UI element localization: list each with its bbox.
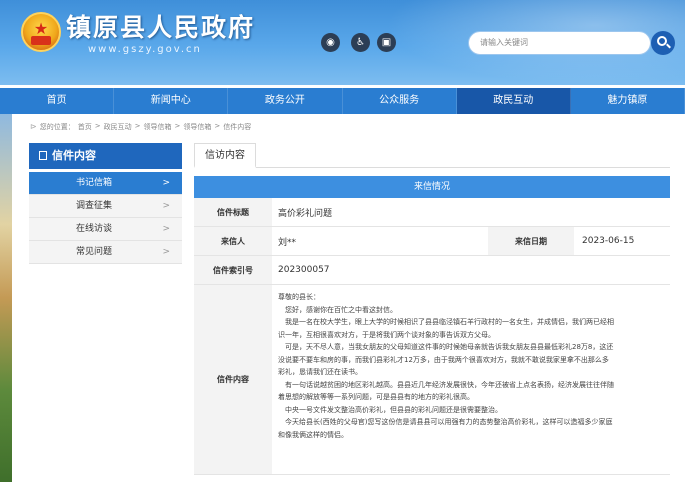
nav-interaction[interactable]: 政民互动 (456, 88, 571, 114)
index-row: 信件索引号 202300057 (194, 256, 670, 285)
breadcrumb-mailbox-2[interactable]: 领导信箱 (183, 122, 211, 132)
breadcrumb-current: 信件内容 (223, 123, 252, 131)
tab-bar: 信访内容 (194, 143, 670, 168)
chevron-right-icon: > (162, 247, 170, 257)
nav-public-service[interactable]: 公众服务 (343, 88, 457, 114)
nav-charm[interactable]: 魅力镇原 (571, 88, 685, 114)
chevron-right-icon: > (162, 224, 170, 234)
sender-row: 来信人 刘** 来信日期 2023-06-15 (194, 227, 670, 256)
breadcrumb-home[interactable]: 首页 (78, 122, 92, 132)
sidebar-menu: 书记信箱 > 调查征集 > 在线访谈 > 常见问题 > (29, 172, 182, 264)
nav-home[interactable]: 首页 (0, 88, 115, 114)
sidebar-item-interview[interactable]: 在线访谈 > (29, 218, 182, 241)
national-emblem-icon: ★ (21, 12, 61, 52)
site-url: www.gszy.gov.cn (88, 44, 202, 55)
chevron-right-icon: > (162, 201, 170, 211)
nav-gov-affairs[interactable]: 政务公开 (228, 88, 343, 114)
tab-letter-content[interactable]: 信访内容 (194, 143, 256, 168)
date-label: 来信日期 (488, 227, 574, 255)
background-scenery (0, 114, 12, 482)
nav-news[interactable]: 新闻中心 (114, 88, 229, 114)
site-header: ★ 镇原县人民政府 www.gszy.gov.cn ◉ ♿ ▣ 请输入关键词 (0, 0, 685, 85)
index-label: 信件索引号 (194, 256, 272, 284)
subject-label: 信件标题 (194, 198, 272, 226)
sidebar-item-faq[interactable]: 常见问题 > (29, 241, 182, 264)
date-value: 2023-06-15 (582, 236, 635, 246)
index-value: 202300057 (278, 265, 330, 275)
subject-value: 高价彩礼问题 (278, 208, 333, 219)
subject-row: 信件标题 高价彩礼问题 (194, 198, 670, 227)
chevron-right-icon: > (162, 178, 170, 188)
letter-content: 尊敬的县长： 您好，感谢你在百忙之中看这封信。 我是一名在校大学生，眼上大学的时… (278, 293, 614, 439)
mobile-icon[interactable]: ▣ (377, 33, 396, 52)
main-nav: 首页 新闻中心 政务公开 公众服务 政民互动 魅力镇原 (0, 88, 685, 114)
sidebar-title: 信件内容 (29, 143, 182, 169)
weibo-icon[interactable]: ◉ (321, 33, 340, 52)
site-title[interactable]: 镇原县人民政府 (66, 8, 255, 44)
document-icon (39, 151, 47, 160)
content-label: 信件内容 (194, 285, 272, 474)
section-title: 来信情况 (194, 176, 670, 198)
location-icon: ⊳ (30, 122, 37, 131)
breadcrumb-interaction[interactable]: 政民互动 (104, 122, 132, 132)
sender-label: 来信人 (194, 227, 272, 255)
content-row: 信件内容 尊敬的县长： 您好，感谢你在百忙之中看这封信。 我是一名在校大学生，眼… (194, 285, 670, 475)
breadcrumb-mailbox[interactable]: 领导信箱 (143, 122, 171, 132)
breadcrumb: ⊳ 您的位置： 首页 > 政民互动 > 领导信箱 > 领导信箱 > 信件内容 (30, 122, 252, 132)
accessibility-icon[interactable]: ♿ (351, 33, 370, 52)
sidebar-item-survey[interactable]: 调查征集 > (29, 195, 182, 218)
search-input[interactable]: 请输入关键词 (468, 31, 651, 55)
sender-value: 刘** (278, 237, 297, 248)
sidebar-item-secretary-mailbox[interactable]: 书记信箱 > (29, 172, 182, 195)
search-button[interactable] (651, 31, 675, 55)
